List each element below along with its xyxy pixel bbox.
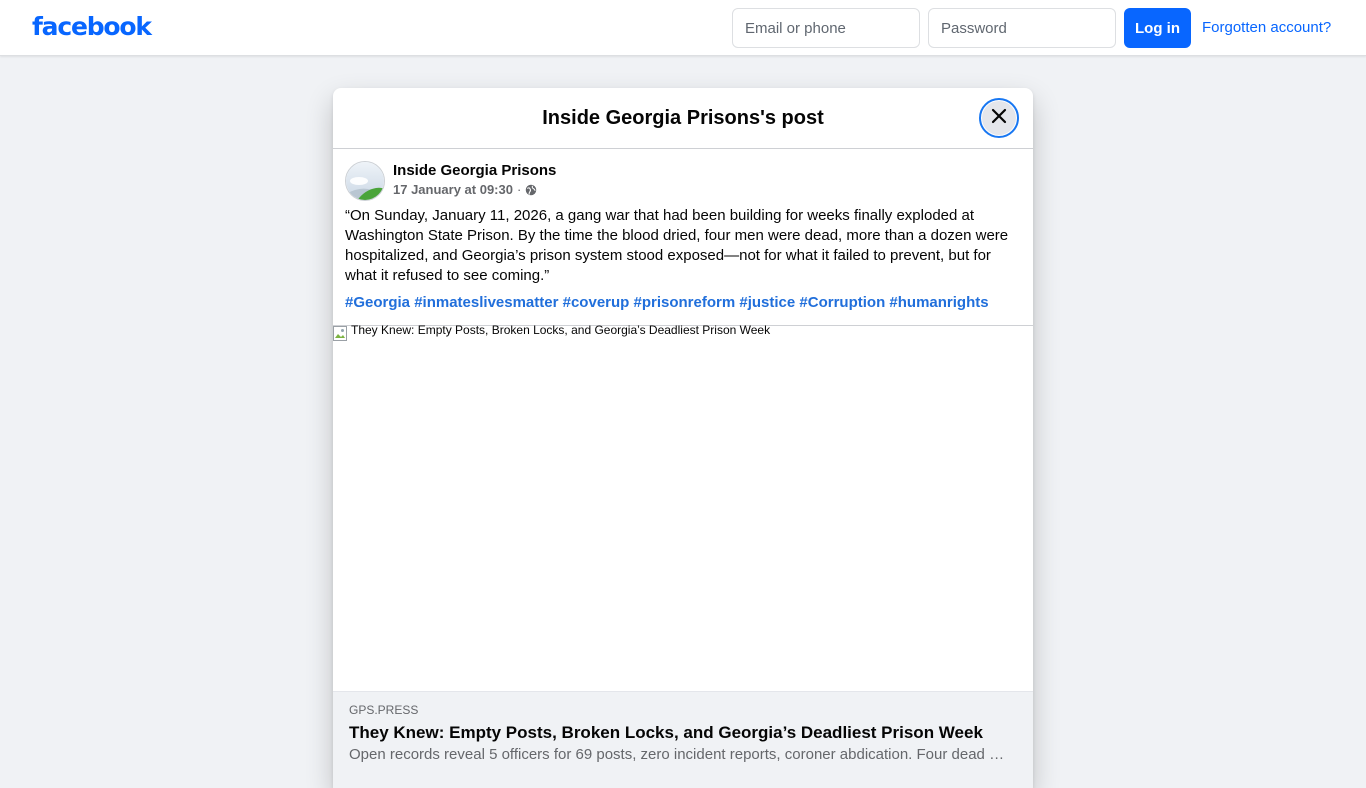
hashtag-link[interactable]: #humanrights xyxy=(889,294,988,311)
globe-icon xyxy=(525,184,537,196)
hashtag-link[interactable]: #inmateslivesmatter xyxy=(414,294,558,311)
broken-image-icon xyxy=(333,326,349,342)
modal-header: Inside Georgia Prisons's post xyxy=(333,88,1033,149)
hashtag-link[interactable]: #justice xyxy=(739,294,795,311)
link-description: Open records reveal 5 officers for 69 po… xyxy=(349,746,1005,763)
post-timestamp[interactable]: 17 January at 09:30 xyxy=(393,182,513,198)
email-field[interactable] xyxy=(732,8,920,48)
author-name[interactable]: Inside Georgia Prisons xyxy=(393,161,556,181)
link-preview-footer[interactable]: GPS.PRESS They Knew: Empty Posts, Broken… xyxy=(333,691,1033,788)
close-button[interactable] xyxy=(979,98,1019,138)
meta-separator: · xyxy=(516,182,522,197)
post-modal: Inside Georgia Prisons's post Inside Geo xyxy=(333,88,1033,788)
image-alt-text: They Knew: Empty Posts, Broken Locks, an… xyxy=(351,323,771,337)
modal-title: Inside Georgia Prisons's post xyxy=(542,107,824,129)
hashtag-list: #Georgia #inmateslivesmatter #coverup #p… xyxy=(345,293,1025,313)
close-icon xyxy=(989,106,1009,131)
link-title[interactable]: They Knew: Empty Posts, Broken Locks, an… xyxy=(349,722,1019,744)
hashtag-link[interactable]: #Georgia xyxy=(345,294,410,311)
hashtag-link[interactable]: #prisonreform xyxy=(634,294,736,311)
hashtag-link[interactable]: #Corruption xyxy=(799,294,885,311)
top-bar: facebook Log in Forgotten account? xyxy=(0,0,1366,56)
avatar[interactable] xyxy=(345,161,385,201)
login-button[interactable]: Log in xyxy=(1124,8,1191,48)
broken-image: They Knew: Empty Posts, Broken Locks, an… xyxy=(333,323,771,342)
password-field[interactable] xyxy=(928,8,1116,48)
post-text: “On Sunday, January 11, 2026, a gang war… xyxy=(345,207,1009,284)
post-meta: 17 January at 09:30 · xyxy=(393,182,537,198)
link-preview-image[interactable]: They Knew: Empty Posts, Broken Locks, an… xyxy=(333,323,1033,691)
link-domain: GPS.PRESS xyxy=(349,703,419,717)
facebook-logo[interactable]: facebook xyxy=(32,10,152,44)
forgotten-account-link[interactable]: Forgotten account? xyxy=(1202,18,1331,38)
hashtag-link[interactable]: #coverup xyxy=(563,294,630,311)
